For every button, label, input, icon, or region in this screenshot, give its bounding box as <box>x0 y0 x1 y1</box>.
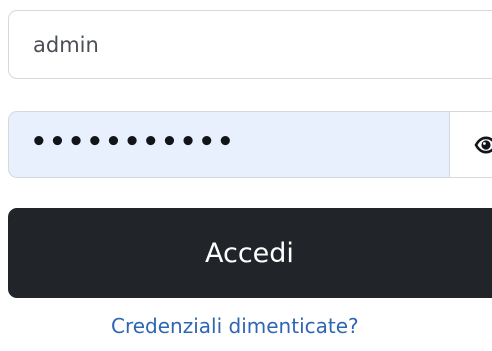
password-field-group: ••••••••••• <box>8 111 492 178</box>
eye-icon <box>473 135 492 155</box>
forgot-credentials-link[interactable]: Credenziali dimenticate? <box>0 314 492 338</box>
username-value: admin <box>33 32 99 57</box>
login-submit-button[interactable]: Accedi <box>8 208 492 298</box>
toggle-password-visibility-button[interactable] <box>449 111 492 178</box>
password-input[interactable]: ••••••••••• <box>8 111 449 178</box>
password-masked-value: ••••••••••• <box>31 126 237 157</box>
username-input[interactable]: admin <box>8 10 492 79</box>
